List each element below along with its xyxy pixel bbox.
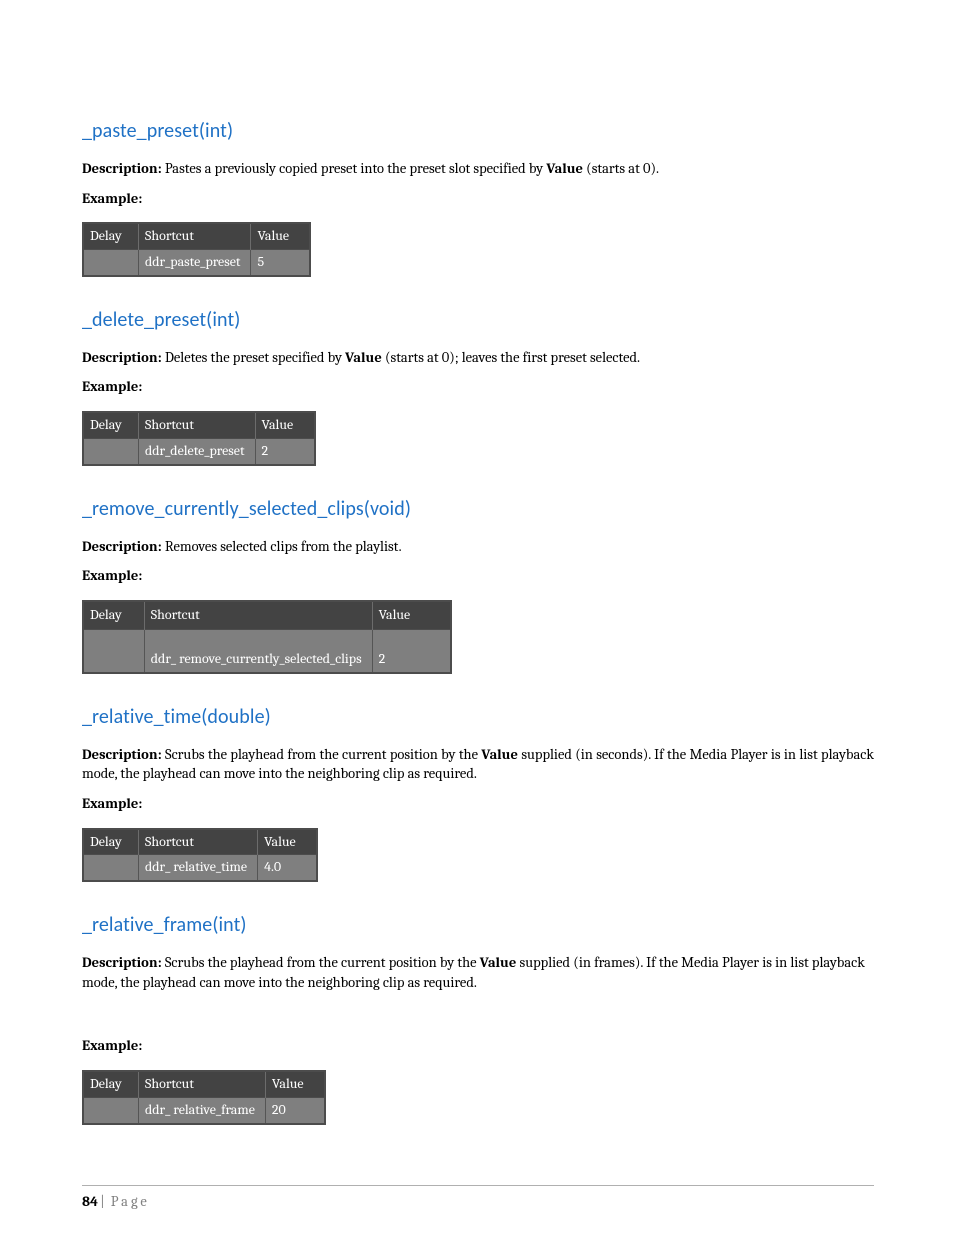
shortcut-table: Delay Shortcut Value ddr_ relative_time … — [82, 828, 318, 883]
th-shortcut: Shortcut — [144, 601, 372, 629]
th-delay: Delay — [83, 223, 139, 249]
table-header-row: Delay Shortcut Value — [83, 223, 310, 249]
page-footer: 84| Page — [82, 1192, 874, 1212]
td-shortcut: ddr_paste_preset — [139, 250, 251, 276]
th-delay: Delay — [83, 829, 139, 855]
document-page: _paste_preset(int) Description: Pastes a… — [0, 0, 954, 1251]
table-header-row: Delay Shortcut Value — [83, 412, 315, 438]
table-row: ddr_ relative_time 4.0 — [83, 855, 317, 881]
td-delay — [83, 629, 144, 673]
table-row: ddr_ remove_currently_selected_clips 2 — [83, 629, 451, 673]
shortcut-table: Delay Shortcut Value ddr_paste_preset 5 — [82, 222, 311, 277]
table-row: ddr_paste_preset 5 — [83, 250, 310, 276]
td-delay — [83, 250, 139, 276]
th-shortcut: Shortcut — [139, 412, 256, 438]
table-row: ddr_ relative_frame 20 — [83, 1097, 325, 1123]
description-text: Description: Pastes a previously copied … — [82, 159, 874, 179]
example-label: Example: — [82, 1036, 874, 1056]
table-header-row: Delay Shortcut Value — [83, 601, 451, 629]
description-label: Description: — [82, 538, 162, 555]
example-label: Example: — [82, 566, 874, 586]
td-shortcut: ddr_ relative_frame — [139, 1097, 266, 1123]
example-label: Example: — [82, 377, 874, 397]
description-label: Description: — [82, 160, 162, 177]
td-value: 5 — [251, 250, 311, 276]
example-label: Example: — [82, 794, 874, 814]
th-shortcut: Shortcut — [139, 829, 258, 855]
spacer — [82, 1002, 874, 1030]
td-shortcut: ddr_ remove_currently_selected_clips — [144, 629, 372, 673]
heading-relative-frame: _relative_frame(int) — [82, 912, 874, 939]
td-value: 2 — [255, 438, 315, 464]
th-value: Value — [265, 1071, 325, 1097]
example-label: Example: — [82, 189, 874, 209]
shortcut-table: Delay Shortcut Value ddr_ relative_frame… — [82, 1070, 326, 1125]
description-label: Description: — [82, 349, 162, 366]
th-value: Value — [372, 601, 451, 629]
td-delay — [83, 855, 139, 881]
td-shortcut: ddr_ relative_time — [139, 855, 258, 881]
td-value: 20 — [265, 1097, 325, 1123]
shortcut-table: Delay Shortcut Value ddr_ remove_current… — [82, 600, 452, 674]
page-number: 84 — [82, 1193, 98, 1210]
th-value: Value — [258, 829, 318, 855]
table-row: ddr_delete_preset 2 — [83, 438, 315, 464]
heading-delete-preset: _delete_preset(int) — [82, 307, 874, 334]
description-text: Description: Scrubs the playhead from th… — [82, 745, 874, 784]
td-value: 2 — [372, 629, 451, 673]
table-header-row: Delay Shortcut Value — [83, 1071, 325, 1097]
td-value: 4.0 — [258, 855, 318, 881]
description-label: Description: — [82, 746, 162, 763]
th-value: Value — [255, 412, 315, 438]
table-header-row: Delay Shortcut Value — [83, 829, 317, 855]
td-delay — [83, 438, 139, 464]
heading-remove-currently-selected-clips: _remove_currently_selected_clips(void) — [82, 496, 874, 523]
description-text: Description: Deletes the preset specifie… — [82, 348, 874, 368]
th-delay: Delay — [83, 601, 144, 629]
footer-rule — [82, 1185, 874, 1186]
th-value: Value — [251, 223, 311, 249]
description-text: Description: Scrubs the playhead from th… — [82, 953, 874, 992]
th-delay: Delay — [83, 412, 139, 438]
th-shortcut: Shortcut — [139, 1071, 266, 1097]
heading-paste-preset: _paste_preset(int) — [82, 118, 874, 145]
shortcut-table: Delay Shortcut Value ddr_delete_preset 2 — [82, 411, 316, 466]
footer-label: Page — [111, 1193, 150, 1210]
th-shortcut: Shortcut — [139, 223, 251, 249]
td-delay — [83, 1097, 139, 1123]
th-delay: Delay — [83, 1071, 139, 1097]
heading-relative-time: _relative_time(double) — [82, 704, 874, 731]
td-shortcut: ddr_delete_preset — [139, 438, 256, 464]
description-label: Description: — [82, 954, 162, 971]
description-text: Description: Removes selected clips from… — [82, 537, 874, 557]
footer-pipe: | — [100, 1193, 105, 1210]
